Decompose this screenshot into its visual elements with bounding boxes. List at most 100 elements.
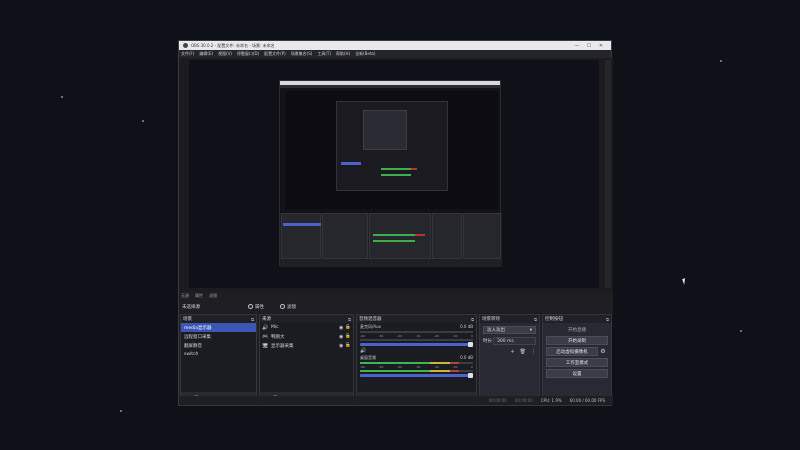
add-transition-button[interactable]: + <box>510 349 514 355</box>
star <box>142 120 144 122</box>
menu-file[interactable]: 文件(F) <box>181 51 194 57</box>
source-item[interactable]: 🖥 显示器采集 ◉ 🔓 <box>260 341 353 350</box>
mouse-cursor-icon <box>682 277 690 285</box>
scenes-dock-title: 场景 <box>183 317 192 322</box>
menu-scene-collection[interactable]: 场景集合(S) <box>291 51 313 57</box>
nested-preview-screenshot <box>279 80 502 267</box>
remove-transition-button[interactable]: 🗑 <box>520 349 526 355</box>
audio-meter <box>360 339 473 341</box>
scenes-dock: 场景⧉ media显示器 远程窗口采集 翻屏静音 switch + 🗑 ⧉ ∧ … <box>180 314 257 406</box>
source-item[interactable]: 🎮 鸭刚大 ◉ 🔓 <box>260 332 353 341</box>
menu-view[interactable]: 视图(V) <box>218 51 232 57</box>
menu-bar: 文件(F) 编辑(E) 视图(V) 停靠窗口(D) 配置文件(P) 场景集合(S… <box>179 50 611 58</box>
audio-meter <box>360 331 473 333</box>
transition-select[interactable]: 淡入淡出 ▾ <box>483 326 536 334</box>
popout-icon[interactable]: ⧉ <box>251 317 254 322</box>
sources-list: 🔊 Mic ◉ 🔓 🎮 鸭刚大 ◉ 🔓 🖥 显示器采集 ◉ 🔓 <box>260 323 353 392</box>
speaker-icon: 🔊 <box>262 324 269 331</box>
start-virtual-camera-button[interactable]: 启动虚拟摄像机 <box>546 347 598 356</box>
settings-button[interactable]: 设置 <box>546 369 608 378</box>
filters-label: 滤镜 <box>287 304 296 310</box>
gamepad-icon: 🎮 <box>262 333 269 340</box>
monitor-icon: 🖥 <box>262 342 269 349</box>
transition-menu-button[interactable]: ⋮ <box>531 349 536 355</box>
scene-item[interactable]: switch <box>181 350 256 359</box>
cpu-usage: CPU: 1.9% <box>540 398 562 403</box>
properties-button[interactable]: 属性 <box>248 304 264 310</box>
obs-logo-icon <box>183 43 188 48</box>
source-properties-link[interactable]: 属性 <box>195 293 203 299</box>
popout-icon[interactable]: ⧉ <box>606 317 609 322</box>
audio-meter <box>360 362 473 364</box>
fader-handle[interactable] <box>468 373 473 378</box>
lock-icon[interactable]: 🔓 <box>345 343 353 348</box>
sources-dock: 来源 ⧉ 🔊 Mic ◉ 🔓 🎮 鸭刚大 ◉ 🔓 🖥 显示器采集 ◉ 🔓 <box>259 314 354 406</box>
maximize-button[interactable]: ☐ <box>583 43 595 49</box>
mixer-dock-title: 音频混音器 <box>359 317 382 322</box>
scene-item[interactable]: 翻屏静音 <box>181 341 256 350</box>
source-toolbar: 无源 属性 滤镜 <box>179 292 613 300</box>
source-label: 鸭刚大 <box>271 334 285 340</box>
mixer-track: 桌面音频 0.0 dB -60 -50 -40 -30 -20 -10 0 <box>357 354 476 378</box>
transitions-dock: 场景转场 ⧉ 淡入淡出 ▾ 时长 300 ms + 🗑 ⋮ <box>479 314 540 406</box>
filters-button[interactable]: 滤镜 <box>280 304 296 310</box>
status-bar: 00:00:00 00:00:00 CPU: 1.9% 60.00 / 60.0… <box>179 396 613 405</box>
volume-fader[interactable] <box>360 373 473 378</box>
current-source-label: 未选择源 <box>182 304 200 310</box>
star <box>120 410 122 412</box>
scenes-list: media显示器 远程窗口采集 翻屏静音 switch <box>181 323 256 392</box>
track-name: 麦克风/Aux <box>360 324 381 329</box>
popout-icon[interactable]: ⧉ <box>534 317 537 322</box>
source-filters-link[interactable]: 滤镜 <box>209 293 217 299</box>
menu-edit[interactable]: 编辑(E) <box>199 51 213 57</box>
scene-item[interactable]: media显示器 <box>181 323 256 332</box>
live-time: 00:00:00 <box>488 398 507 403</box>
menu-help[interactable]: 帮助(H) <box>336 51 350 57</box>
minimize-button[interactable]: — <box>571 43 583 49</box>
menu-profile[interactable]: 配置文件(P) <box>264 51 286 57</box>
star <box>720 60 722 62</box>
track-name: 桌面音频 <box>360 355 376 360</box>
star <box>61 96 63 98</box>
transitions-dock-title: 场景转场 <box>482 317 500 322</box>
audio-meter <box>360 370 473 372</box>
fps-readout: 60.00 / 60.00 FPS <box>569 398 605 403</box>
fader-handle[interactable] <box>468 342 473 347</box>
lock-icon[interactable]: 🔓 <box>345 325 353 330</box>
context-bar: 未选择源 属性 滤镜 <box>179 300 613 313</box>
start-streaming-button[interactable]: 开始直播 <box>546 325 608 334</box>
audio-mixer-dock: 音频混音器 ⧉ 麦克风/Aux 0.0 dB -60 -50 -40 -30 -20 -10 0… <box>356 314 477 406</box>
menu-tools[interactable]: 工具(T) <box>317 51 331 57</box>
gear-icon[interactable]: ⚙ <box>598 348 608 355</box>
mute-speaker-icon[interactable]: 🔊 <box>360 348 366 354</box>
source-type-label: 无源 <box>181 293 189 298</box>
menu-beta[interactable]: 全新(Beta) <box>355 51 375 57</box>
preview-area <box>179 58 613 314</box>
track-db: 0.0 dB <box>460 355 473 360</box>
scene-item[interactable]: 远程窗口采集 <box>181 332 256 341</box>
start-recording-button[interactable]: 开始录制 <box>546 336 608 345</box>
transition-selected: 淡入淡出 <box>487 328 505 333</box>
preview-scrollbar-vertical[interactable] <box>605 60 611 288</box>
chevron-down-icon: ▾ <box>529 327 532 333</box>
controls-dock: 控制按钮 ⧉ 开始直播 开始录制 启动虚拟摄像机 ⚙ 工作室模式 设置 <box>542 314 612 406</box>
source-label: Mic <box>271 325 279 330</box>
menu-docks[interactable]: 停靠窗口(D) <box>237 51 259 57</box>
studio-mode-button[interactable]: 工作室模式 <box>546 358 608 367</box>
source-item[interactable]: 🔊 Mic ◉ 🔓 <box>260 323 353 332</box>
popout-icon[interactable]: ⧉ <box>348 317 351 322</box>
lock-icon[interactable]: 🔓 <box>345 334 353 339</box>
title-bar: OBS 30.0.2 - 配置文件: 未命名 - 场景: 未命名 — ☐ ✕ <box>179 41 611 50</box>
gear-icon <box>248 304 253 309</box>
preview-canvas[interactable] <box>189 60 599 288</box>
properties-label: 属性 <box>255 304 264 310</box>
close-button[interactable]: ✕ <box>595 43 607 49</box>
popout-icon[interactable]: ⧉ <box>471 317 474 322</box>
obs-window: OBS 30.0.2 - 配置文件: 未命名 - 场景: 未命名 — ☐ ✕ 文… <box>178 40 613 406</box>
duration-label: 时长 <box>483 339 492 344</box>
volume-fader[interactable] <box>360 342 473 347</box>
rec-time: 00:00:00 <box>514 398 533 403</box>
window-title: OBS 30.0.2 - 配置文件: 未命名 - 场景: 未命名 <box>191 42 275 48</box>
mixer-body: 麦克风/Aux 0.0 dB -60 -50 -40 -30 -20 -10 0 🔊 桌面音频… <box>357 323 476 392</box>
duration-input[interactable]: 300 ms <box>493 337 536 345</box>
